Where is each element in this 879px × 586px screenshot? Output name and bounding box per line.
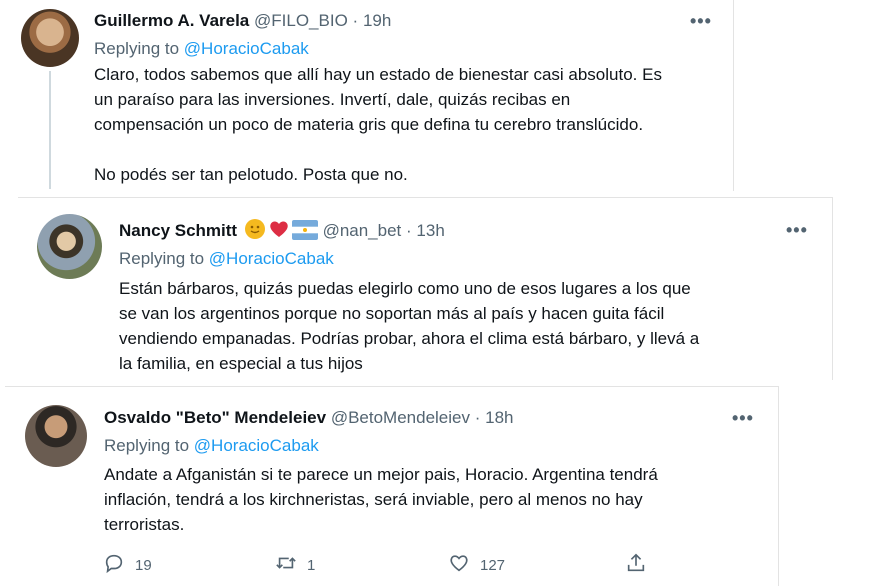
separator-dot: · [406,221,412,240]
mention-link[interactable]: @HoracioCabak [194,436,319,455]
tweet-text: Están bárbaros, quizás puedas elegirlo c… [119,279,700,373]
retweet-icon [275,552,297,578]
reply-icon [103,552,125,578]
card-border [733,0,734,191]
reply-count: 19 [135,556,152,574]
separator-dot: · [474,408,481,427]
retweet-button[interactable]: 1 [275,552,315,578]
timestamp[interactable]: 13h [416,221,444,240]
timestamp[interactable]: 19h [363,11,391,30]
replying-to-label: Replying to [104,436,190,455]
tweet-header: Osvaldo "Beto" Mendeleiev @BetoMendeleie… [104,407,514,429]
argentina-flag-icon [291,220,318,246]
avatar[interactable] [25,405,87,467]
share-icon [625,552,647,578]
replying-to-label: Replying to [119,249,205,268]
like-count: 127 [480,556,506,574]
thread-connector-line [49,71,51,189]
reply-button[interactable]: 19 [103,552,152,578]
mention-link[interactable]: @HoracioCabak [184,39,309,58]
card-border [18,197,833,198]
display-name[interactable]: Osvaldo "Beto" Mendeleiev [104,408,326,427]
tweet-text: Andate a Afganistán si te parece un mejo… [104,465,658,534]
avatar[interactable] [21,9,79,67]
tweet-header: Nancy Schmitt @nan_bet · 13h [119,218,445,246]
like-button[interactable]: 127 [448,552,505,578]
tweet-actions: 19 1 127 [103,552,663,576]
sun-emoji-icon [244,218,266,246]
avatar[interactable] [37,214,102,279]
user-handle[interactable]: @nan_bet [323,221,402,240]
user-handle[interactable]: @BetoMendeleiev [331,408,470,427]
replying-to: Replying to @HoracioCabak [119,248,334,270]
replying-to: Replying to @HoracioCabak [104,435,319,457]
display-name[interactable]: Nancy Schmitt [119,221,237,240]
replying-to: Replying to @HoracioCabak [94,38,309,60]
mention-link[interactable]: @HoracioCabak [209,249,334,268]
separator-dot: · [352,11,359,30]
replying-to-label: Replying to [94,39,180,58]
more-options-icon[interactable]: ••• [786,221,808,239]
card-border [832,197,833,380]
tweet-header: Guillermo A. Varela @FILO_BIO · 19h [94,10,391,32]
more-options-icon[interactable]: ••• [732,409,754,427]
heart-icon [448,552,470,578]
share-button[interactable] [625,552,647,578]
card-border [778,386,779,586]
more-options-icon[interactable]: ••• [690,12,712,30]
retweet-count: 1 [307,556,316,574]
timestamp[interactable]: 18h [485,408,513,427]
tweet-text: Claro, todos sabemos que allí hay un est… [94,65,662,184]
card-border [5,386,779,387]
display-name[interactable]: Guillermo A. Varela [94,11,249,30]
red-heart-icon [268,218,290,246]
user-handle[interactable]: @FILO_BIO [254,11,348,30]
